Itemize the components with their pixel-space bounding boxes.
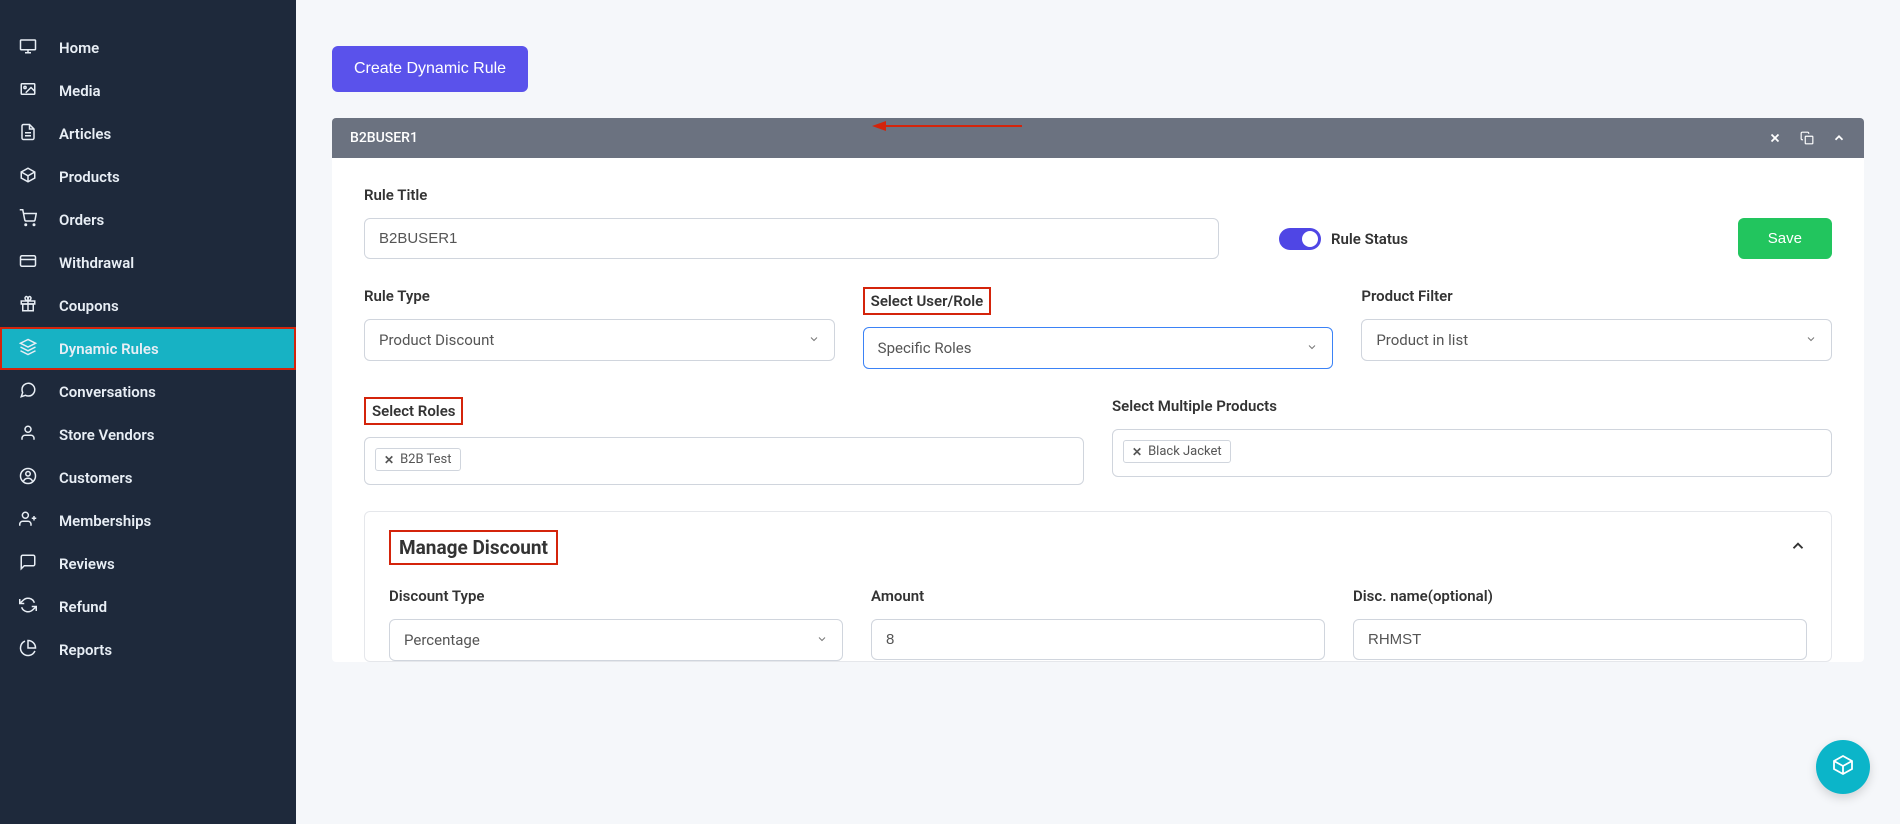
sidebar-item-refund[interactable]: Refund bbox=[0, 585, 296, 628]
cube-icon bbox=[1831, 753, 1855, 781]
layers-icon bbox=[19, 338, 37, 360]
product-filter-label: Product Filter bbox=[1361, 287, 1832, 305]
chevron-down-icon bbox=[816, 631, 828, 649]
tag-remove-icon[interactable]: ✕ bbox=[384, 453, 394, 467]
disc-name-input[interactable] bbox=[1353, 619, 1807, 660]
chevron-down-icon bbox=[1306, 339, 1318, 357]
product-tag-label: Black Jacket bbox=[1148, 444, 1222, 459]
package-icon bbox=[19, 166, 37, 188]
panel-title: B2BUSER1 bbox=[350, 130, 1768, 146]
sidebar-item-media[interactable]: Media bbox=[0, 69, 296, 112]
refresh-icon bbox=[19, 596, 37, 618]
sidebar-item-coupons[interactable]: Coupons bbox=[0, 284, 296, 327]
sidebar-item-conversations[interactable]: Conversations bbox=[0, 370, 296, 413]
gift-icon bbox=[19, 295, 37, 317]
user-plus-icon bbox=[19, 510, 37, 532]
sidebar-item-label: Coupons bbox=[59, 297, 119, 315]
sidebar-item-label: Store Vendors bbox=[59, 426, 154, 444]
image-icon bbox=[19, 80, 37, 102]
sidebar-item-label: Reports bbox=[59, 641, 112, 659]
sidebar-item-store-vendors[interactable]: Store Vendors bbox=[0, 413, 296, 456]
sidebar-item-label: Memberships bbox=[59, 512, 151, 530]
sidebar-item-label: Home bbox=[59, 39, 99, 57]
annotation-arrow-icon bbox=[872, 116, 1022, 135]
sidebar-item-label: Orders bbox=[59, 211, 104, 229]
rule-title-input[interactable] bbox=[364, 218, 1219, 259]
sidebar-item-dynamic-rules[interactable]: Dynamic Rules bbox=[0, 327, 296, 370]
sidebar: Home Media Articles Products Orders With… bbox=[0, 0, 296, 824]
tag-remove-icon[interactable]: ✕ bbox=[1132, 445, 1142, 459]
sidebar-item-reviews[interactable]: Reviews bbox=[0, 542, 296, 585]
select-user-role-select[interactable]: Specific Roles bbox=[863, 327, 1334, 369]
select-products-label: Select Multiple Products bbox=[1112, 397, 1832, 415]
user-icon bbox=[19, 424, 37, 446]
rule-type-value: Product Discount bbox=[379, 331, 494, 349]
role-tag-label: B2B Test bbox=[400, 452, 451, 467]
rule-status-toggle[interactable] bbox=[1279, 228, 1321, 250]
rule-type-select[interactable]: Product Discount bbox=[364, 319, 835, 361]
select-roles-input[interactable]: ✕ B2B Test bbox=[364, 437, 1084, 485]
role-tag: ✕ B2B Test bbox=[375, 448, 461, 471]
chevron-up-icon[interactable] bbox=[1789, 537, 1807, 559]
message-square-icon bbox=[19, 553, 37, 575]
sidebar-item-home[interactable]: Home bbox=[0, 26, 296, 69]
panel-header: B2BUSER1 bbox=[332, 118, 1864, 158]
sidebar-item-label: Customers bbox=[59, 469, 132, 487]
discount-type-value: Percentage bbox=[404, 631, 480, 649]
main-content: Create Dynamic Rule B2BUSER1 Rule Title … bbox=[296, 0, 1900, 824]
close-icon[interactable] bbox=[1768, 131, 1782, 145]
sidebar-item-label: Conversations bbox=[59, 383, 156, 401]
product-filter-select[interactable]: Product in list bbox=[1361, 319, 1832, 361]
select-user-role-label: Select User/Role bbox=[863, 287, 992, 315]
sidebar-item-label: Media bbox=[59, 82, 101, 100]
cart-icon bbox=[19, 209, 37, 231]
copy-icon[interactable] bbox=[1800, 131, 1814, 145]
amount-input[interactable] bbox=[871, 619, 1325, 660]
sidebar-item-withdrawal[interactable]: Withdrawal bbox=[0, 241, 296, 284]
rule-title-label: Rule Title bbox=[364, 186, 1832, 204]
create-dynamic-rule-button[interactable]: Create Dynamic Rule bbox=[332, 46, 528, 92]
pie-chart-icon bbox=[19, 639, 37, 661]
sidebar-item-label: Withdrawal bbox=[59, 254, 134, 272]
amount-label: Amount bbox=[871, 587, 1325, 605]
discount-type-label: Discount Type bbox=[389, 587, 843, 605]
sidebar-item-label: Refund bbox=[59, 598, 107, 616]
sidebar-item-reports[interactable]: Reports bbox=[0, 628, 296, 671]
sidebar-item-orders[interactable]: Orders bbox=[0, 198, 296, 241]
disc-name-label: Disc. name(optional) bbox=[1353, 587, 1807, 605]
help-fab-button[interactable] bbox=[1816, 740, 1870, 794]
sidebar-item-label: Reviews bbox=[59, 555, 115, 573]
sidebar-item-label: Articles bbox=[59, 125, 111, 143]
rule-status-label: Rule Status bbox=[1331, 230, 1408, 248]
file-text-icon bbox=[19, 123, 37, 145]
user-circle-icon bbox=[19, 467, 37, 489]
sidebar-item-label: Products bbox=[59, 168, 120, 186]
manage-discount-title: Manage Discount bbox=[389, 530, 558, 565]
chat-icon bbox=[19, 381, 37, 403]
save-button[interactable]: Save bbox=[1738, 218, 1832, 259]
sidebar-item-products[interactable]: Products bbox=[0, 155, 296, 198]
manage-discount-section: Manage Discount Discount Type Percentage… bbox=[364, 511, 1832, 662]
chevron-down-icon bbox=[808, 331, 820, 349]
monitor-icon bbox=[19, 37, 37, 59]
select-user-role-value: Specific Roles bbox=[878, 339, 972, 357]
product-filter-value: Product in list bbox=[1376, 331, 1468, 349]
product-tag: ✕ Black Jacket bbox=[1123, 440, 1231, 463]
select-products-input[interactable]: ✕ Black Jacket bbox=[1112, 429, 1832, 477]
sidebar-item-customers[interactable]: Customers bbox=[0, 456, 296, 499]
rule-type-label: Rule Type bbox=[364, 287, 835, 305]
panel-body: Rule Title Rule Status Save Rule Type Pr… bbox=[332, 158, 1864, 662]
sidebar-item-label: Dynamic Rules bbox=[59, 340, 159, 358]
sidebar-item-articles[interactable]: Articles bbox=[0, 112, 296, 155]
select-roles-label: Select Roles bbox=[364, 397, 463, 425]
chevron-up-icon[interactable] bbox=[1832, 131, 1846, 145]
discount-type-select[interactable]: Percentage bbox=[389, 619, 843, 661]
credit-card-icon bbox=[19, 252, 37, 274]
sidebar-item-memberships[interactable]: Memberships bbox=[0, 499, 296, 542]
chevron-down-icon bbox=[1805, 331, 1817, 349]
